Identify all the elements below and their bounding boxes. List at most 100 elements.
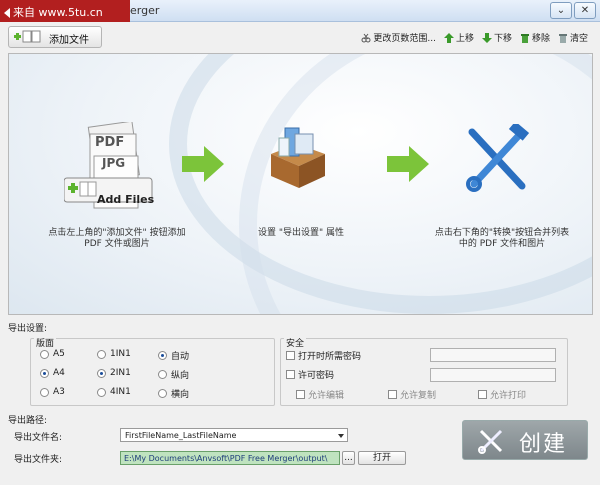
radio-a3-label: A3 (53, 387, 65, 397)
change-page-range-button[interactable]: 更改页数范围... (361, 31, 436, 44)
create-label: 创建 (519, 432, 568, 457)
arrow-up-icon (443, 32, 454, 43)
browse-button[interactable]: ... (342, 451, 355, 465)
radio-2in1[interactable]: 2IN1 (97, 368, 131, 378)
radio-4in1[interactable]: 4IN1 (97, 387, 131, 397)
move-up-label: 上移 (455, 34, 474, 44)
jpg-doc-label: JPG (102, 156, 126, 170)
allow-edit-checkbox[interactable]: 允许编辑 (296, 388, 344, 401)
radio-4in1-label: 4IN1 (110, 387, 131, 397)
watermark-text: 来自 www.5tu.cn (13, 6, 103, 19)
step1-text-line1: 点击左上角的"添加文件" 按钮添加 (48, 228, 186, 238)
clear-label: 清空 (569, 34, 588, 44)
step1-text: 点击左上角的"添加文件" 按钮添加 PDF 文件或图片 (27, 228, 207, 250)
create-button[interactable]: 创建 (462, 420, 588, 460)
file-list-area[interactable]: PDF JPG Add Files 点击左上角的"添加文件" 按钮添加 PDF … (8, 53, 593, 315)
filename-select[interactable]: FirstFileName_LastFileName (120, 428, 348, 442)
step3-text-line2: 中的 PDF 文件和图片 (458, 239, 546, 249)
folder-label: 导出文件夹: (14, 455, 63, 465)
scissors-icon (361, 33, 371, 42)
radio-auto-label: 自动 (171, 352, 190, 362)
arrow-down-icon (481, 32, 492, 43)
close-button[interactable]: ✕ (574, 2, 596, 19)
radio-circle (97, 349, 106, 359)
radio-circle (40, 349, 49, 359)
move-down-button[interactable]: 下移 (481, 31, 512, 44)
open-folder-button[interactable]: 打开 (358, 451, 406, 465)
add-file-button[interactable]: 添加文件 (8, 26, 102, 48)
back-arrow-icon (4, 8, 10, 18)
radio-a5-label: A5 (53, 349, 65, 359)
allow-edit-label: 允许编辑 (308, 391, 345, 401)
radio-auto[interactable]: 自动 (158, 349, 189, 362)
radio-portrait-label: 纵向 (171, 371, 190, 381)
wrench-hammer-icon (466, 124, 530, 192)
settings-box-icon (271, 127, 325, 188)
radio-a4-label: A4 (53, 368, 65, 378)
checkbox-box (478, 390, 487, 399)
clear-button[interactable]: 清空 (558, 31, 588, 44)
permission-password-input[interactable] (430, 368, 556, 382)
allow-copy-label: 允许复制 (400, 391, 437, 401)
output-path-label: 导出路径: (8, 416, 48, 426)
remove-icon (520, 33, 529, 43)
checkbox-box (388, 390, 397, 399)
open-password-checkbox[interactable]: 打开时所需密码 (286, 349, 361, 362)
allow-copy-checkbox[interactable]: 允许复制 (388, 388, 436, 401)
page-layout-label: 版面 (34, 336, 57, 349)
checkbox-box (286, 370, 295, 379)
radio-circle (40, 387, 49, 397)
radio-2in1-label: 2IN1 (110, 368, 131, 378)
radio-circle (40, 368, 49, 378)
radio-1in1-label: 1IN1 (110, 349, 131, 359)
radio-circle (97, 387, 106, 397)
permission-password-label: 许可密码 (298, 371, 335, 381)
arrow-right-icon (387, 146, 429, 182)
open-password-label: 打开时所需密码 (298, 352, 362, 362)
export-settings-label: 导出设置: (8, 324, 48, 334)
step3-text-line1: 点击右下角的"转换"按钮合并列表 (434, 228, 570, 238)
add-file-label: 添加文件 (49, 35, 89, 46)
title-bar: 来自 www.5tu.cn erger ⌄ ✕ (0, 0, 600, 22)
radio-circle (97, 368, 106, 378)
pdf-doc-label: PDF (95, 135, 125, 150)
radio-circle (158, 351, 167, 360)
open-password-input[interactable] (430, 348, 556, 362)
add-files-badge: Add Files (97, 193, 155, 206)
window-title: erger (130, 4, 160, 17)
move-up-button[interactable]: 上移 (443, 31, 474, 44)
radio-1in1[interactable]: 1IN1 (97, 349, 131, 359)
step3-text: 点击右下角的"转换"按钮合并列表 中的 PDF 文件和图片 (417, 228, 587, 250)
checkbox-box (296, 390, 305, 399)
step1-text-line2: PDF 文件或图片 (84, 239, 150, 249)
checkbox-box (286, 351, 295, 360)
radio-landscape-label: 横向 (171, 390, 190, 400)
security-label: 安全 (284, 336, 307, 349)
permission-password-checkbox[interactable]: 许可密码 (286, 368, 334, 381)
radio-a3[interactable]: A3 (40, 387, 65, 397)
chevron-down-icon (338, 434, 344, 438)
radio-a4[interactable]: A4 (40, 368, 65, 378)
arrow-right-icon (182, 146, 224, 182)
tools-icon (478, 429, 503, 454)
step2-text: 设置 "导出设置" 属性 (257, 228, 344, 238)
filename-value: FirstFileName_LastFileName (125, 431, 237, 440)
allow-print-label: 允许打印 (490, 391, 527, 401)
output-folder-input[interactable]: E:\My Documents\Anvsoft\PDF Free Merger\… (120, 451, 340, 465)
minimize-button[interactable]: ⌄ (550, 2, 572, 19)
radio-circle (158, 389, 167, 398)
add-file-icon (14, 30, 41, 43)
trash-icon (558, 33, 567, 43)
radio-circle (158, 370, 167, 379)
remove-button[interactable]: 移除 (520, 31, 550, 44)
allow-print-checkbox[interactable]: 允许打印 (478, 388, 526, 401)
radio-a5[interactable]: A5 (40, 349, 65, 359)
remove-label: 移除 (531, 34, 550, 44)
move-down-label: 下移 (493, 34, 512, 44)
watermark-banner: 来自 www.5tu.cn (0, 0, 130, 22)
page-layout-group (30, 338, 275, 406)
radio-portrait[interactable]: 纵向 (158, 368, 189, 381)
change-page-range-label: 更改页数范围... (373, 34, 436, 44)
radio-landscape[interactable]: 横向 (158, 387, 189, 400)
filename-label: 导出文件名: (14, 433, 63, 443)
